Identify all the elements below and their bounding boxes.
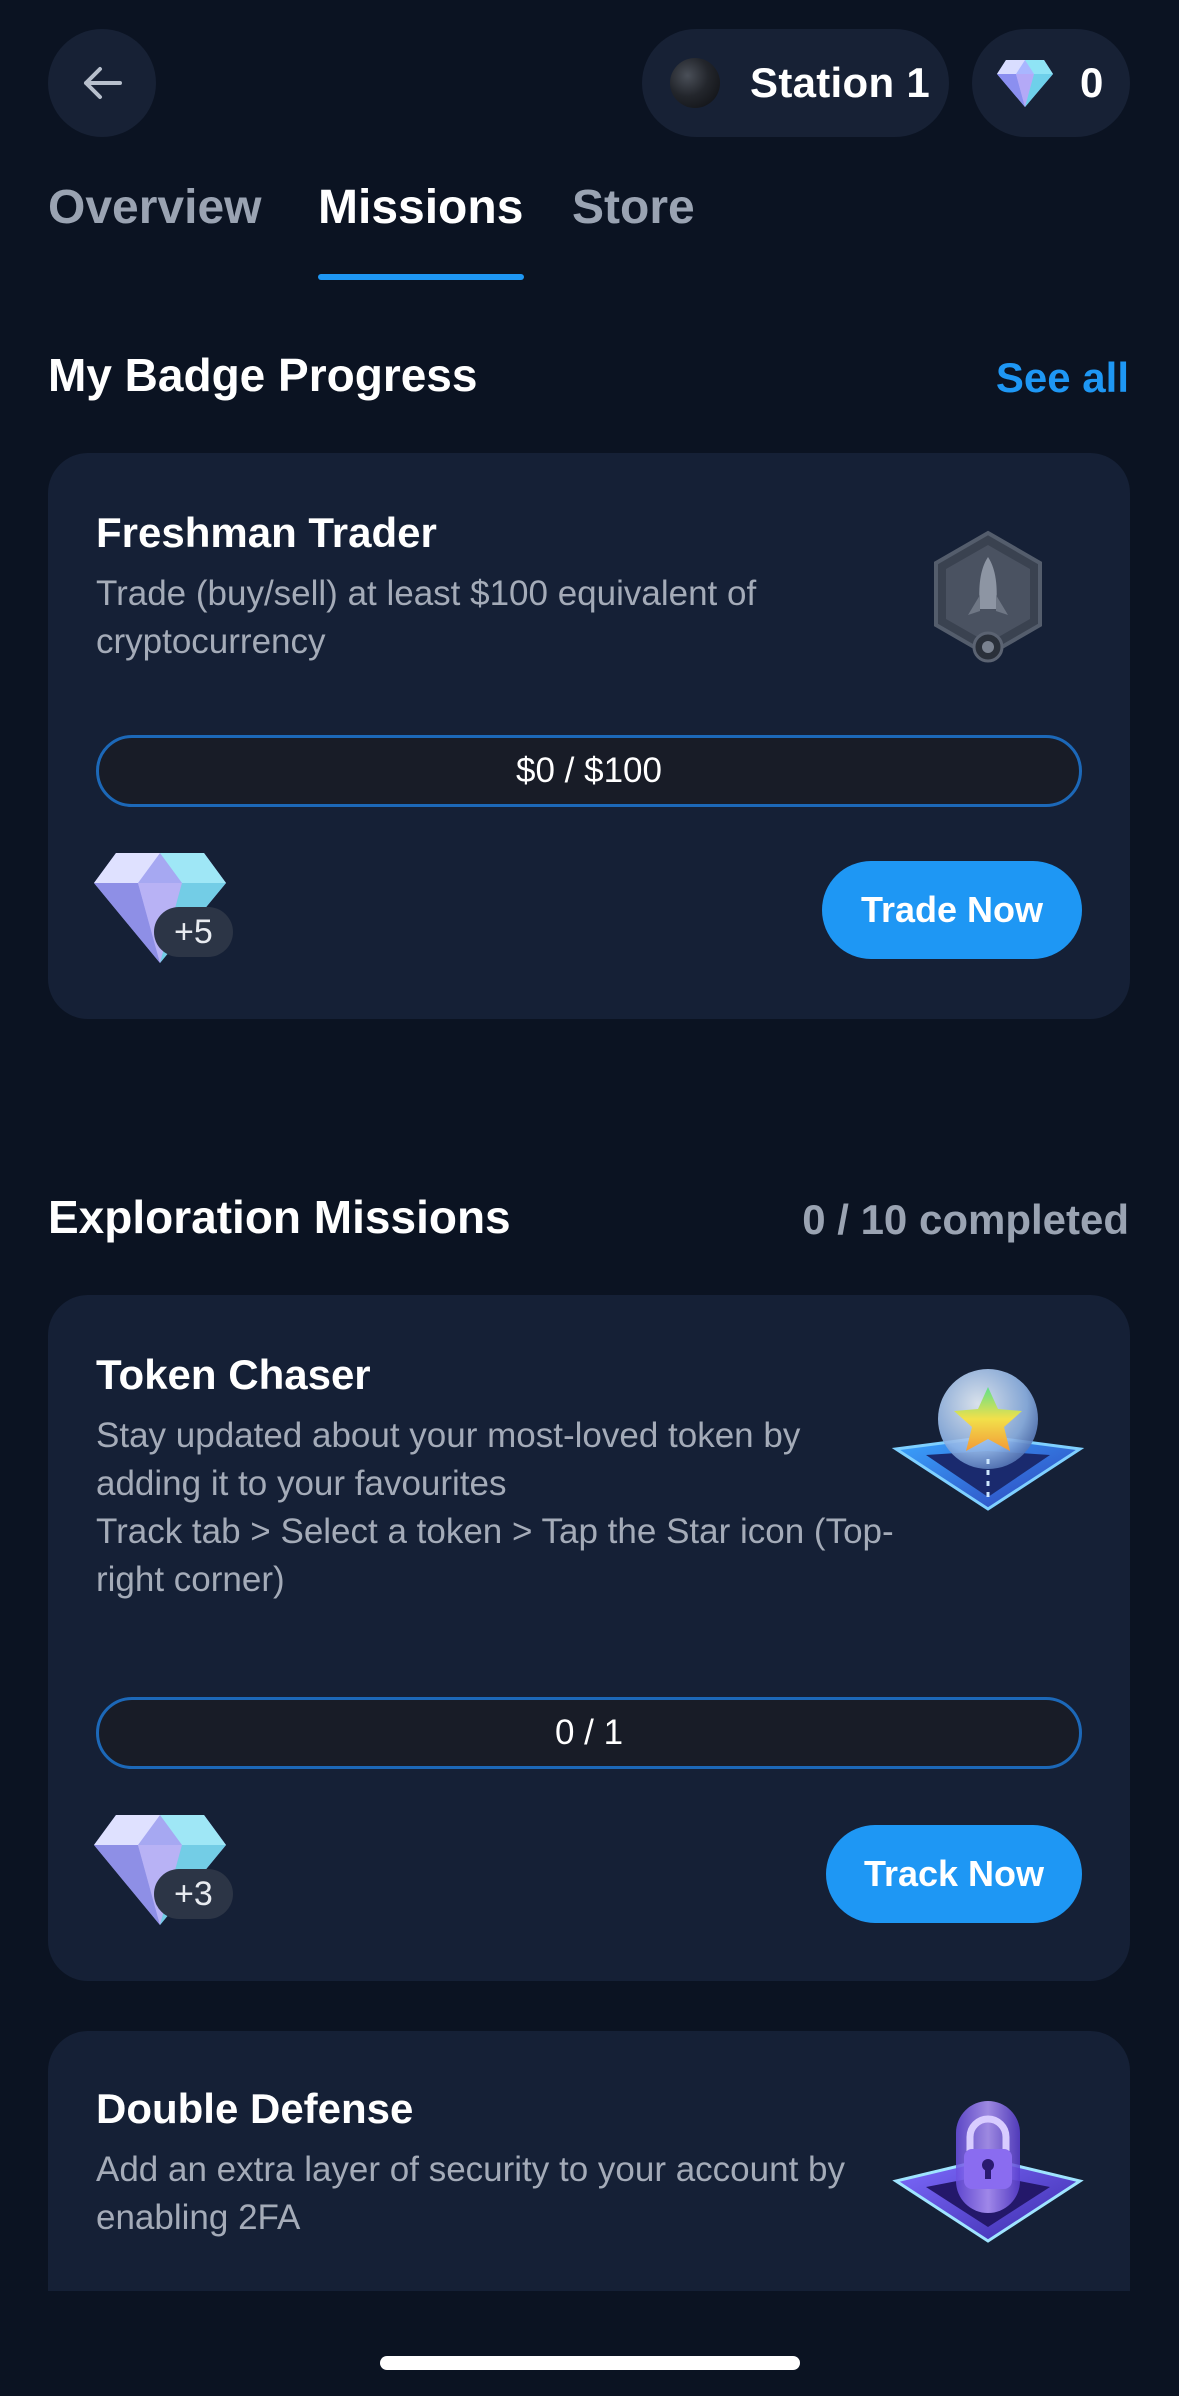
padlock-icon [892,2101,1084,2243]
mission-card-token-chaser: Token Chaser Stay updated about your mos… [48,1295,1130,1981]
mission-card-double-defense: Double Defense Add an extra layer of sec… [48,2031,1130,2291]
exploration-title: Exploration Missions [48,1191,511,1243]
station-selector[interactable]: Station 1 [642,29,949,137]
gem-count: 0 [1080,59,1104,106]
planet-icon [670,58,720,108]
badge-description: Trade (buy/sell) at least $100 equivalen… [96,574,757,661]
mission-reward: +3 [90,1811,250,1931]
station-name: Station 1 [750,59,931,106]
see-all-link[interactable]: See all [996,354,1129,402]
tab-missions[interactable]: Missions [318,180,523,235]
badge-card: Freshman Trader Trade (buy/sell) at leas… [48,453,1130,1019]
back-button[interactable] [48,29,156,137]
reward-amount: +3 [154,1869,233,1919]
arrow-left-icon [84,67,122,99]
mission-description: Stay updated about your most-loved token… [96,1416,801,1503]
home-indicator[interactable] [380,2356,800,2370]
mission-title: Token Chaser [96,1351,371,1398]
diamond-icon [997,60,1053,107]
badge-progress-title: My Badge Progress [48,349,478,401]
badge-title: Freshman Trader [96,509,437,556]
mission-description: Add an extra layer of security to your a… [96,2150,845,2237]
tab-overview[interactable]: Overview [48,180,261,235]
missions-completed-count: 0 / 10 completed [802,1196,1129,1243]
badge-progress-bar: $0 / $100 [96,735,1082,807]
mission-steps: Track tab > Select a token > Tap the Sta… [96,1512,894,1599]
track-now-button[interactable]: Track Now [826,1825,1082,1923]
rocket-badge-icon [934,530,1042,663]
star-orb-icon [891,1369,1085,1511]
reward-amount: +5 [154,907,233,957]
active-tab-indicator [318,274,524,280]
badge-reward: +5 [90,849,250,969]
trade-now-button[interactable]: Trade Now [822,861,1082,959]
tab-store[interactable]: Store [572,180,695,235]
gem-balance[interactable]: 0 [972,29,1130,137]
mission-title: Double Defense [96,2085,414,2132]
mission-progress-bar: 0 / 1 [96,1697,1082,1769]
header: Station 1 0 [0,0,1179,150]
